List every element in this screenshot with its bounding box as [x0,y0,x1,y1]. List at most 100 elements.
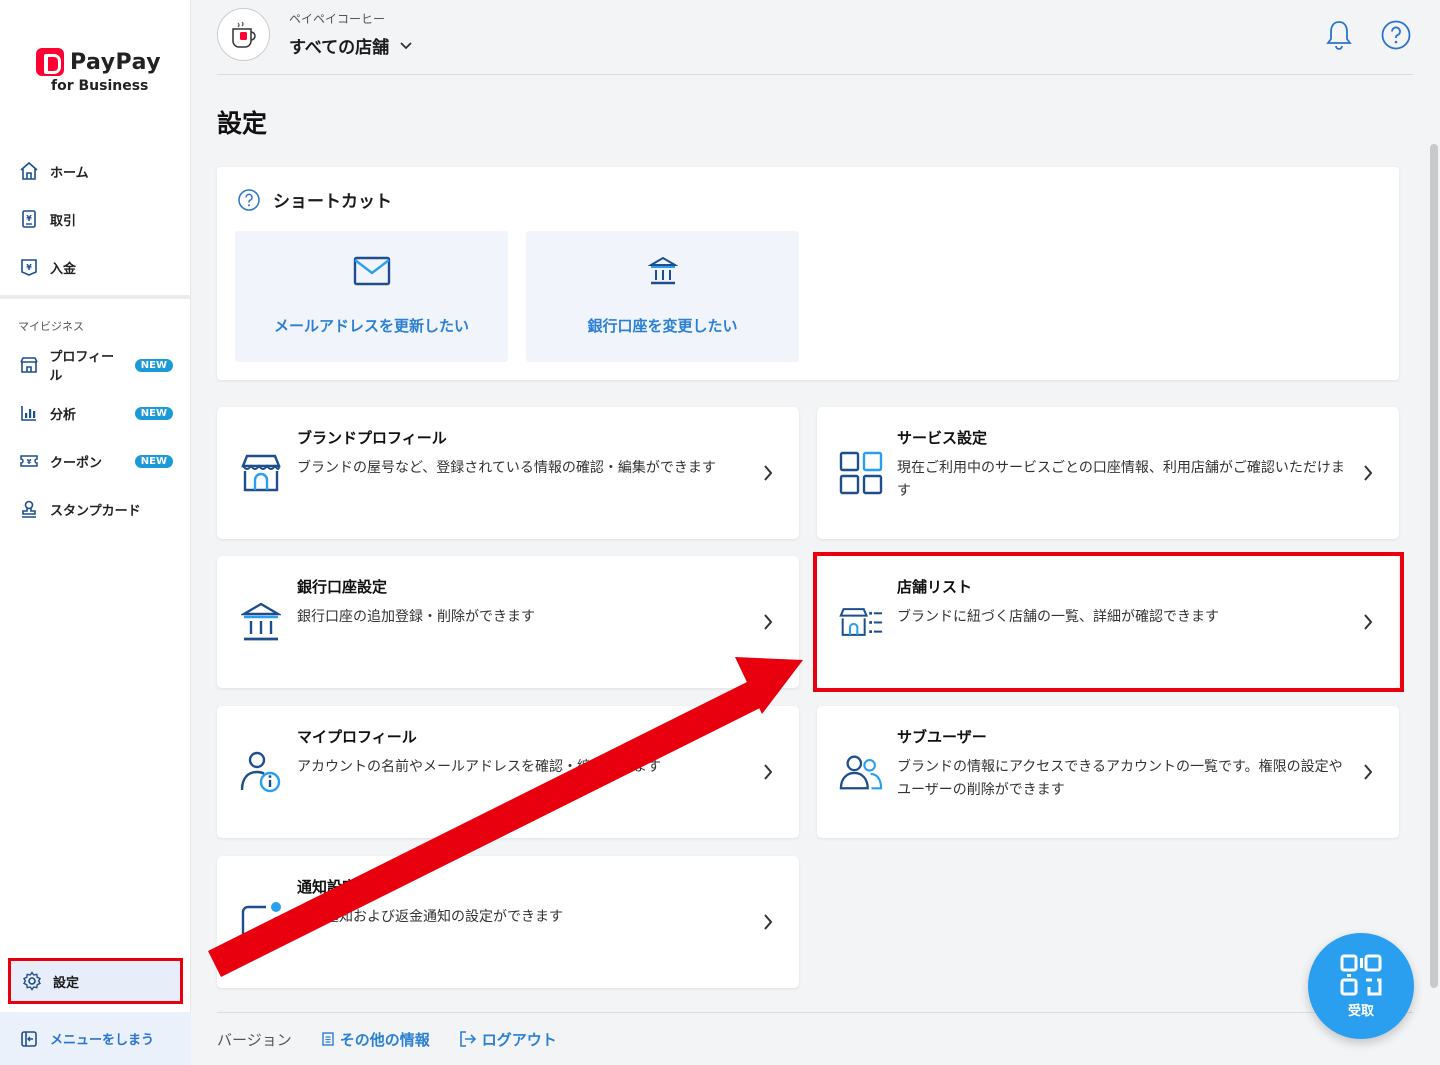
card-store-list[interactable]: 店舗リスト ブランドに紐づく店舗の一覧、詳細が確認できます [817,556,1399,688]
sidebar-item-label: 入金 [50,261,77,277]
card-title: サービス設定 [897,429,988,447]
card-description: 現在ご利用中のサービスごとの口座情報、利用店舗がご確認いただけます [897,460,1345,499]
sidebar-item-stamp-card[interactable]: スタンプカード [0,485,191,533]
sidebar-item-label: クーポン [50,455,103,471]
bell-icon [1326,21,1352,50]
sidebar-item-profile[interactable]: プロフィール NEW [0,341,191,389]
collapse-menu-button[interactable]: メニューをしまう [0,1012,191,1065]
paypay-logo[interactable]: PayPay for Business [36,48,166,94]
sidebar-item-analytics[interactable]: 分析 NEW [0,389,191,437]
sidebar-section-label: マイビジネス [18,320,84,333]
chevron-right-icon [764,914,773,930]
grid-icon [839,451,883,495]
other-info-label: その他の情報 [339,1030,430,1049]
sidebar-item-transactions[interactable]: ¥ 取引 [0,195,191,243]
sidebar: PayPay for Business ホーム ¥ 取引 ¥ 入金 マイビジネス [0,0,191,1065]
card-notification-settings[interactable]: 通知設定 取引通知および返金通知の設定ができます [217,856,799,988]
chevron-right-icon [764,614,773,630]
gear-icon [21,970,43,992]
card-title: ブランドプロフィール [297,429,447,447]
chevron-right-icon [1364,764,1373,780]
card-my-profile[interactable]: マイプロフィール アカウントの名前やメールアドレスを確認・編集できます [217,706,799,838]
mail-icon [353,253,391,289]
home-icon [18,160,40,182]
sidebar-item-label: プロフィール [49,350,115,384]
page-title: 設定 [217,109,268,138]
help-button[interactable] [1379,18,1413,52]
sidebar-item-settings[interactable]: 設定 [8,958,183,1004]
store-list-icon [839,602,883,642]
card-service-settings[interactable]: サービス設定 現在ご利用中のサービスごとの口座情報、利用店舗がご確認いただけます [817,407,1399,539]
store-selector[interactable]: すべての店舗 [289,33,413,58]
card-description: ブランドに紐づく店舗の一覧、詳細が確認できます [897,609,1219,625]
new-badge: NEW [134,358,173,372]
sidebar-item-label: 分析 [50,407,77,423]
collapse-menu-label: メニューをしまう [50,1033,155,1048]
card-title: 通知設定 [297,878,358,896]
card-description: ブランドの屋号など、登録されている情報の確認・編集ができます [297,460,716,476]
document-icon [322,1032,334,1046]
main-nav: ホーム ¥ 取引 ¥ 入金 [0,147,191,291]
other-info-link[interactable]: その他の情報 [320,1029,430,1050]
shortcut-update-email[interactable]: メールアドレスを更新したい [235,231,508,362]
card-sub-users[interactable]: サブユーザー ブランドの情報にアクセスできるアカウントの一覧です。権限の設定やユ… [817,706,1399,838]
company-name: ペイペイコーヒー [289,12,386,26]
logout-label: ログアウト [481,1030,557,1049]
sidebar-item-label: ホーム [50,165,89,181]
receive-label: 受取 [1347,1003,1374,1019]
scrollbar-thumb[interactable] [1430,144,1438,988]
card-description: 銀行口座の追加登録・削除ができます [297,609,535,625]
bank-icon [647,253,678,289]
store-icon [18,354,39,376]
chart-icon [18,402,40,424]
receipt-icon: ¥ [18,208,40,230]
chevron-right-icon [1364,465,1373,481]
svg-text:¥: ¥ [27,458,32,466]
sidebar-item-label: スタンプカード [50,503,141,519]
svg-text:¥: ¥ [26,263,32,272]
card-title: マイプロフィール [297,728,417,746]
card-bank-settings[interactable]: 銀行口座設定 銀行口座の追加登録・削除ができます [217,556,799,688]
coffee-cup-icon [231,21,256,48]
deposit-icon: ¥ [18,256,40,278]
shortcut-label: メールアドレスを更新したい [273,317,469,335]
logo-text: PayPay [70,49,162,75]
sidebar-item-coupon[interactable]: ¥ クーポン NEW [0,437,191,485]
shortcut-title: ショートカット [273,192,392,212]
logout-link[interactable]: ログアウト [458,1029,557,1050]
receive-qr-button[interactable]: 受取 [1308,933,1414,1039]
card-title: 店舗リスト [897,578,973,596]
footer: バージョン その他の情報 ログアウト [217,1012,1413,1065]
logout-icon [459,1031,476,1047]
card-description: 取引通知および返金通知の設定ができます [297,909,563,925]
chevron-right-icon [764,764,773,780]
sidebar-item-deposit[interactable]: ¥ 入金 [0,243,191,291]
coupon-icon: ¥ [18,450,40,472]
shortcut-header: ショートカット [237,187,392,212]
store-selector-label: すべての店舗 [289,38,390,58]
users-icon [839,752,883,792]
stamp-icon [18,498,40,520]
new-badge: NEW [134,406,173,420]
store-icon [239,453,283,493]
new-badge: NEW [134,454,173,468]
collapse-icon [18,1028,40,1050]
shortcut-panel: ショートカット メールアドレスを更新したい 銀行口座を変更したい [217,167,1399,380]
sidebar-item-home[interactable]: ホーム [0,147,191,195]
card-brand-profile[interactable]: ブランドプロフィール ブランドの屋号など、登録されている情報の確認・編集ができま… [217,407,799,539]
card-description: アカウントの名前やメールアドレスを確認・編集できます [297,759,661,775]
sidebar-item-label: 取引 [50,213,77,229]
top-header: ペイペイコーヒー すべての店舗 [217,0,1413,75]
qr-code-icon [1340,954,1382,995]
bank-icon [239,602,283,642]
card-description: ブランドの情報にアクセスできるアカウントの一覧です。権限の設定やユーザーの削除が… [897,759,1343,798]
user-info-icon [239,751,283,793]
store-avatar[interactable] [217,8,270,61]
card-title: 銀行口座設定 [297,578,388,596]
svg-text:¥: ¥ [26,214,32,223]
paypay-logo-icon [36,48,64,76]
help-circle-icon[interactable] [237,188,261,212]
notification-button[interactable] [1322,18,1356,52]
shortcut-change-bank[interactable]: 銀行口座を変更したい [526,231,799,362]
version-label: バージョン [217,1030,292,1049]
